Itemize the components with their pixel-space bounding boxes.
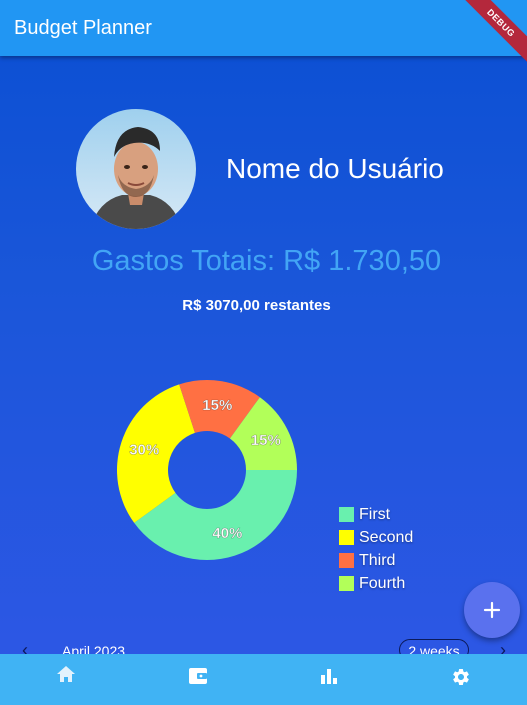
remaining-amount: R$ 3070,00 restantes xyxy=(182,297,331,314)
app-bar: Budget Planner xyxy=(0,0,527,56)
bottom-navigation xyxy=(0,654,527,705)
pie-slice-label: 15% xyxy=(251,432,281,449)
chart-legend: First Second Third Fourth xyxy=(339,503,413,595)
legend-swatch xyxy=(339,576,354,591)
nav-item-statistics[interactable] xyxy=(264,654,396,705)
nav-item-settings[interactable] xyxy=(395,654,527,705)
legend-label: Fourth xyxy=(359,574,406,592)
bar-chart-icon xyxy=(321,669,338,684)
nav-item-home[interactable] xyxy=(0,654,132,705)
legend-label: First xyxy=(359,505,391,523)
legend-label: Third xyxy=(359,551,396,569)
pie-slice-label: 15% xyxy=(202,397,232,414)
legend-swatch xyxy=(339,530,354,545)
legend-item: Fourth xyxy=(339,572,413,595)
home-icon xyxy=(56,666,75,682)
add-icon xyxy=(483,601,501,619)
pie-slice-label: 30% xyxy=(129,442,159,459)
wallet-icon xyxy=(188,668,207,684)
legend-item: Second xyxy=(339,526,413,549)
app-title: Budget Planner xyxy=(14,16,152,39)
avatar xyxy=(76,109,196,229)
legend-item: Third xyxy=(339,549,413,572)
settings-icon xyxy=(453,669,469,685)
legend-swatch xyxy=(339,553,354,568)
legend-swatch xyxy=(339,507,354,522)
legend-label: Second xyxy=(359,528,414,546)
nav-item-wallet[interactable] xyxy=(132,654,264,705)
donut-chart: 40% 30% 15% 15% xyxy=(117,380,297,560)
add-button[interactable] xyxy=(464,582,520,638)
total-spent: Gastos Totais: R$ 1.730,50 xyxy=(91,245,442,277)
pie-slice-label: 40% xyxy=(212,525,242,542)
legend-item: First xyxy=(339,503,413,526)
user-name: Nome do Usuário xyxy=(226,153,444,184)
